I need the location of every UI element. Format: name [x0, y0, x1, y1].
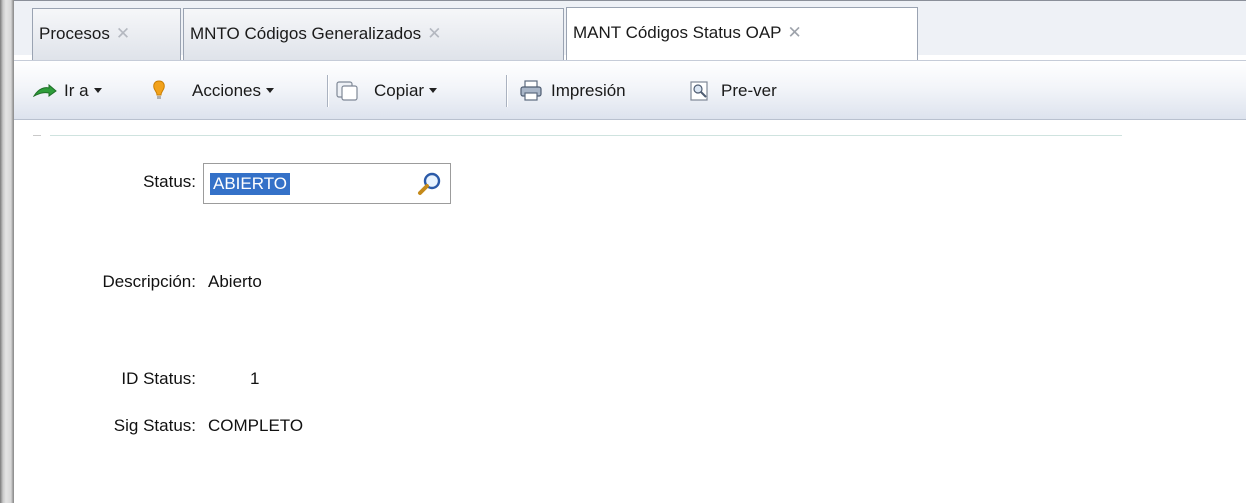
tab-mnto-codigos-generalizados[interactable]: MNTO Códigos Generalizados ✕ — [183, 8, 564, 60]
tab-label: MNTO Códigos Generalizados — [190, 24, 422, 43]
chevron-down-icon — [429, 88, 438, 93]
divider — [50, 135, 1122, 136]
toolbar-separator — [506, 75, 507, 107]
status-label: Status: — [143, 172, 196, 191]
toolbar-separator — [327, 75, 328, 107]
actions-menu[interactable]: Acciones — [192, 61, 274, 121]
close-icon[interactable]: ✕ — [116, 24, 130, 43]
goto-menu[interactable]: Ir a — [64, 61, 102, 121]
chevron-down-icon — [265, 88, 274, 93]
status-field[interactable]: ABIERTO — [203, 163, 451, 204]
printer-icon[interactable] — [517, 61, 545, 121]
id-status-value: 1 — [250, 369, 260, 388]
description-value: Abierto — [208, 272, 262, 291]
id-status-label: ID Status: — [121, 369, 196, 388]
print-button[interactable]: Impresión — [551, 61, 626, 121]
tab-procesos[interactable]: Procesos ✕ — [32, 8, 181, 60]
actions-label: Acciones — [192, 81, 261, 100]
goto-label: Ir a — [64, 81, 89, 100]
copy-menu[interactable]: Copiar — [374, 61, 438, 121]
copy-icon[interactable] — [333, 61, 361, 121]
preview-button[interactable]: Pre-ver — [721, 61, 777, 121]
description-label: Descripción: — [102, 272, 196, 291]
close-icon[interactable]: ✕ — [788, 23, 802, 42]
copy-label: Copiar — [374, 81, 425, 100]
go-to-arrow-icon[interactable] — [32, 61, 58, 121]
next-status-value: COMPLETO — [208, 416, 304, 435]
window-left-frame — [0, 0, 14, 503]
close-icon[interactable]: ✕ — [427, 24, 441, 43]
magnifier-lookup-icon[interactable] — [416, 170, 444, 198]
chevron-down-icon — [93, 88, 102, 93]
tab-mant-codigos-status-oap[interactable]: MANT Códigos Status OAP ✕ — [566, 7, 918, 61]
tab-label: Procesos — [39, 24, 110, 43]
next-status-label: Sig Status: — [113, 416, 196, 435]
status-field-value[interactable]: ABIERTO — [210, 173, 291, 195]
toolbar: Ir a Acciones Copiar Impresión Pre-ver — [14, 60, 1246, 120]
tab-label: MANT Códigos Status OAP — [573, 23, 782, 42]
tab-strip: Procesos ✕ MNTO Códigos Generalizados ✕ MA… — [14, 1, 1246, 61]
print-preview-icon[interactable] — [687, 61, 713, 121]
lightbulb-icon[interactable] — [148, 61, 170, 121]
divider — [33, 135, 41, 136]
